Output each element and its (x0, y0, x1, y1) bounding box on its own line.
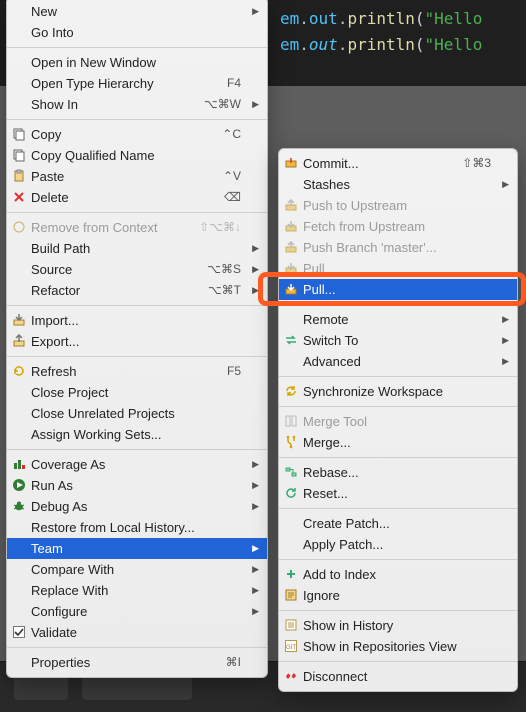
menu-close-project[interactable]: Close Project (7, 382, 267, 403)
menu-sep (279, 610, 517, 611)
team-fetch-upstream: Fetch from Upstream (279, 216, 517, 237)
context-menu-team: Commit...⇧⌘3 Stashes Push to Upstream Fe… (278, 148, 518, 692)
commit-icon (284, 156, 298, 170)
menu-sep (279, 457, 517, 458)
menu-refresh[interactable]: RefreshF5 (7, 361, 267, 382)
team-stashes[interactable]: Stashes (279, 174, 517, 195)
team-apply-patch[interactable]: Apply Patch... (279, 534, 517, 555)
menu-sep (7, 119, 267, 120)
add-icon (284, 567, 298, 581)
run-icon (12, 478, 26, 492)
merge-tool-icon (284, 414, 298, 428)
export-icon (12, 334, 26, 348)
menu-paste[interactable]: Paste⌃V (7, 166, 267, 187)
remove-context-icon (12, 220, 26, 234)
copy-icon (12, 127, 26, 141)
svg-text:GIT: GIT (286, 645, 296, 651)
context-menu-main: New Go Into Open in New Window Open Type… (6, 0, 268, 678)
rebase-icon (284, 465, 298, 479)
menu-sep (7, 647, 267, 648)
menu-sep (7, 47, 267, 48)
menu-sep (279, 406, 517, 407)
push-branch-icon (284, 240, 298, 254)
team-merge[interactable]: Merge... (279, 432, 517, 453)
menu-close-unrelated[interactable]: Close Unrelated Projects (7, 403, 267, 424)
menu-show-in[interactable]: Show In⌥⌘W (7, 94, 267, 115)
import-icon (12, 313, 26, 327)
menu-sep (7, 305, 267, 306)
team-pull[interactable]: Pull... (279, 279, 517, 300)
menu-source[interactable]: Source⌥⌘S (7, 259, 267, 280)
fetch-icon (284, 219, 298, 233)
menu-refactor[interactable]: Refactor⌥⌘T (7, 280, 267, 301)
switch-icon (284, 333, 298, 347)
team-push-branch: Push Branch 'master'... (279, 237, 517, 258)
pull-icon (284, 282, 298, 296)
team-show-repos[interactable]: GITShow in Repositories View (279, 636, 517, 657)
sync-icon (284, 384, 298, 398)
menu-sep (279, 661, 517, 662)
ignore-icon (284, 588, 298, 602)
menu-properties[interactable]: Properties⌘I (7, 652, 267, 673)
reset-icon (284, 486, 298, 500)
team-add-index[interactable]: Add to Index (279, 564, 517, 585)
delete-icon (12, 190, 26, 204)
menu-sep (279, 304, 517, 305)
menu-sep (7, 449, 267, 450)
menu-validate[interactable]: Validate (7, 622, 267, 643)
menu-sep (279, 508, 517, 509)
menu-build-path[interactable]: Build Path (7, 238, 267, 259)
menu-delete[interactable]: Delete⌫ (7, 187, 267, 208)
menu-debug-as[interactable]: Debug As (7, 496, 267, 517)
menu-remove-context: Remove from Context⇧⌥⌘↓ (7, 217, 267, 238)
team-commit[interactable]: Commit...⇧⌘3 (279, 153, 517, 174)
menu-sep (279, 559, 517, 560)
menu-sep (7, 356, 267, 357)
team-ignore[interactable]: Ignore (279, 585, 517, 606)
menu-copy-qualified-name[interactable]: Copy Qualified Name (7, 145, 267, 166)
team-sync-workspace[interactable]: Synchronize Workspace (279, 381, 517, 402)
app-screenshot: em.out.println("Hello em.out.println("He… (0, 0, 526, 712)
push-icon (284, 198, 298, 212)
menu-team[interactable]: Team (7, 538, 267, 559)
menu-open-new-window[interactable]: Open in New Window (7, 52, 267, 73)
menu-open-type-hierarchy[interactable]: Open Type HierarchyF4 (7, 73, 267, 94)
team-show-history[interactable]: Show in History (279, 615, 517, 636)
menu-copy[interactable]: Copy⌃C (7, 124, 267, 145)
git-icon: GIT (284, 639, 298, 653)
menu-assign-working-sets[interactable]: Assign Working Sets... (7, 424, 267, 445)
team-switch-to[interactable]: Switch To (279, 330, 517, 351)
menu-coverage-as[interactable]: Coverage As (7, 454, 267, 475)
team-disconnect[interactable]: Disconnect (279, 666, 517, 687)
menu-sep (279, 376, 517, 377)
menu-export[interactable]: Export... (7, 331, 267, 352)
menu-import[interactable]: Import... (7, 310, 267, 331)
validate-icon (12, 625, 26, 639)
team-pull-disabled: Pull (279, 258, 517, 279)
team-create-patch[interactable]: Create Patch... (279, 513, 517, 534)
coverage-icon (12, 457, 26, 471)
menu-go-into[interactable]: Go Into (7, 22, 267, 43)
menu-run-as[interactable]: Run As (7, 475, 267, 496)
history-icon (284, 618, 298, 632)
merge-icon (284, 435, 298, 449)
menu-new[interactable]: New (7, 1, 267, 22)
menu-sep (7, 212, 267, 213)
team-push-upstream: Push to Upstream (279, 195, 517, 216)
menu-restore-local-history[interactable]: Restore from Local History... (7, 517, 267, 538)
team-rebase[interactable]: Rebase... (279, 462, 517, 483)
pull-icon (284, 261, 298, 275)
paste-icon (12, 169, 26, 183)
team-advanced[interactable]: Advanced (279, 351, 517, 372)
refresh-icon (12, 364, 26, 378)
menu-configure[interactable]: Configure (7, 601, 267, 622)
menu-replace-with[interactable]: Replace With (7, 580, 267, 601)
copy-icon (12, 148, 26, 162)
debug-icon (12, 499, 26, 513)
team-remote[interactable]: Remote (279, 309, 517, 330)
menu-compare-with[interactable]: Compare With (7, 559, 267, 580)
team-merge-tool: Merge Tool (279, 411, 517, 432)
team-reset[interactable]: Reset... (279, 483, 517, 504)
disconnect-icon (284, 669, 298, 683)
